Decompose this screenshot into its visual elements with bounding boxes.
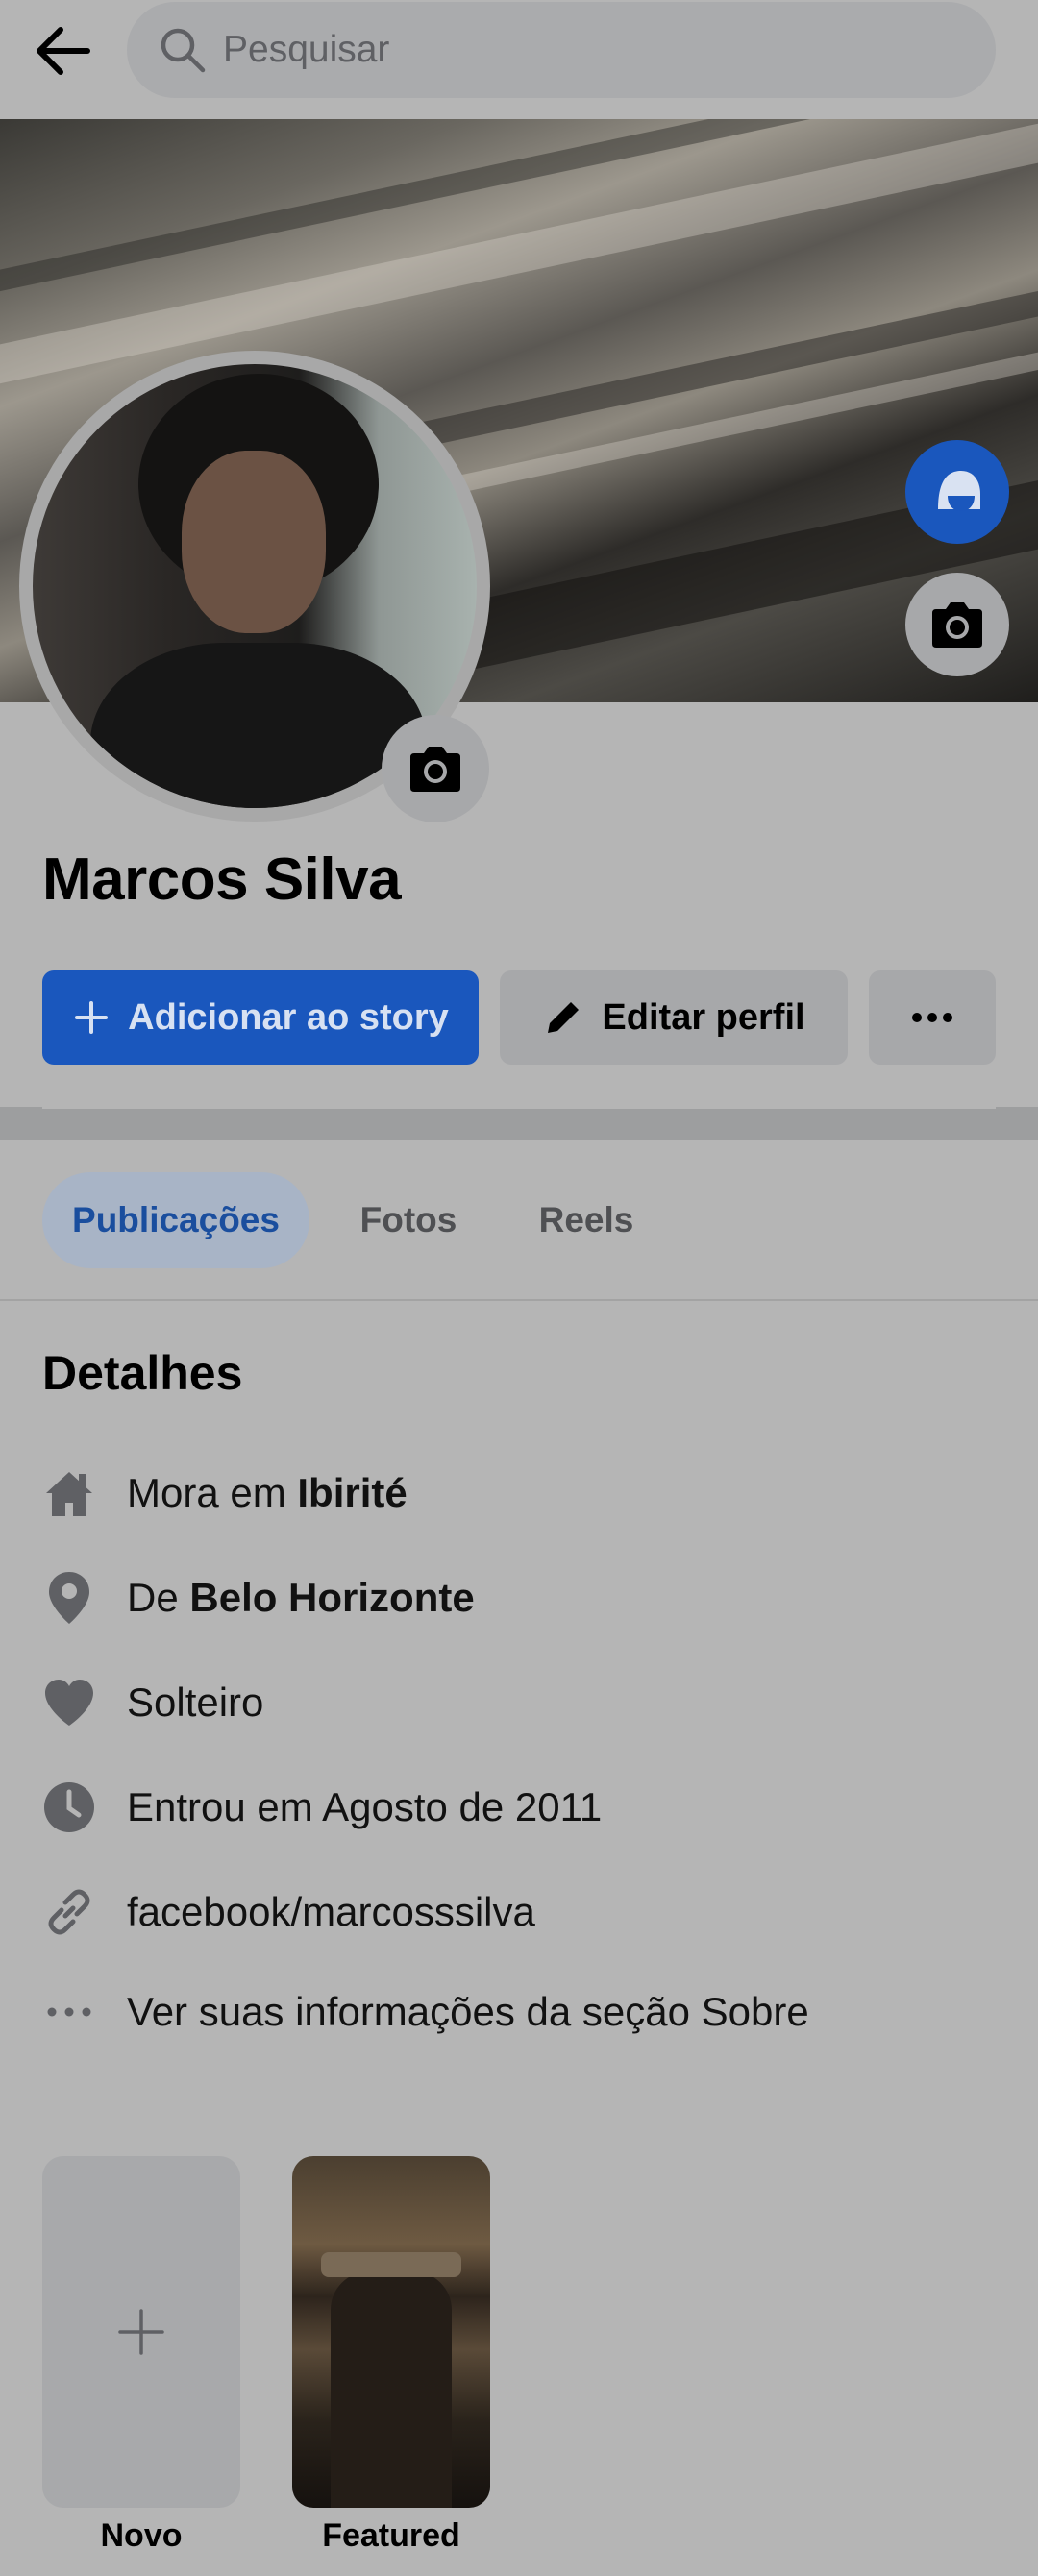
home-icon bbox=[42, 1462, 96, 1524]
heart-icon bbox=[42, 1672, 96, 1733]
lives-in-place: Ibirité bbox=[297, 1470, 408, 1515]
cover-camera-button[interactable] bbox=[905, 573, 1009, 676]
tab-posts[interactable]: Publicações bbox=[42, 1172, 309, 1268]
pencil-icon bbox=[542, 996, 584, 1039]
more-options-button[interactable] bbox=[869, 970, 996, 1065]
location-pin-icon bbox=[42, 1567, 96, 1629]
profile-name: Marcos Silva bbox=[42, 846, 402, 913]
detail-joined: Entrou em Agosto de 2011 bbox=[42, 1777, 602, 1838]
see-about-text: Ver suas informações da seção Sobre bbox=[127, 1989, 809, 2034]
arrow-left-icon bbox=[37, 27, 90, 75]
new-featured-label: Novo bbox=[100, 2517, 183, 2554]
more-horizontal-icon bbox=[912, 1013, 952, 1022]
edit-profile-label: Editar perfil bbox=[602, 996, 805, 1038]
detail-relationship: Solteiro bbox=[42, 1672, 263, 1733]
more-horizontal-icon bbox=[42, 1981, 96, 2043]
detail-link[interactable]: facebook/marcosssilva bbox=[42, 1881, 535, 1943]
back-button[interactable] bbox=[29, 19, 96, 83]
plus-icon bbox=[72, 998, 111, 1037]
lives-in-prefix: Mora em bbox=[127, 1470, 286, 1515]
from-place: Belo Horizonte bbox=[189, 1575, 475, 1620]
avatar-button[interactable] bbox=[905, 440, 1009, 544]
featured-collection-label: Featured bbox=[322, 2517, 460, 2554]
edit-profile-button[interactable]: Editar perfil bbox=[500, 970, 848, 1065]
new-featured-button[interactable] bbox=[42, 2156, 240, 2508]
profile-camera-button[interactable] bbox=[382, 715, 489, 822]
top-bar: Pesquisar bbox=[0, 0, 1038, 119]
add-to-story-label: Adicionar ao story bbox=[128, 996, 449, 1038]
tab-photos[interactable]: Fotos bbox=[336, 1172, 481, 1268]
search-placeholder: Pesquisar bbox=[223, 29, 390, 70]
relationship-text: Solteiro bbox=[127, 1680, 264, 1725]
section-separator bbox=[0, 1107, 1038, 1140]
plus-icon bbox=[118, 2309, 164, 2355]
from-prefix: De bbox=[127, 1575, 179, 1620]
tabs-divider bbox=[0, 1299, 1038, 1301]
detail-lives-in: Mora em Ibirité bbox=[42, 1462, 408, 1524]
detail-from: De Belo Horizonte bbox=[42, 1567, 475, 1629]
see-about-button[interactable]: Ver suas informações da seção Sobre bbox=[42, 1981, 809, 2043]
tab-reels[interactable]: Reels bbox=[519, 1172, 654, 1268]
link-icon bbox=[42, 1881, 96, 1943]
joined-text: Entrou em Agosto de 2011 bbox=[127, 1784, 603, 1829]
add-to-story-button[interactable]: Adicionar ao story bbox=[42, 970, 479, 1065]
camera-icon bbox=[932, 602, 982, 648]
search-input[interactable]: Pesquisar bbox=[127, 2, 996, 98]
featured-collection-thumbnail[interactable] bbox=[292, 2156, 490, 2508]
search-icon bbox=[161, 28, 206, 73]
camera-icon bbox=[410, 747, 460, 792]
avatar-icon bbox=[938, 471, 980, 511]
clock-icon bbox=[42, 1777, 96, 1838]
profile-link-text: facebook/marcosssilva bbox=[127, 1889, 535, 1934]
details-heading: Detalhes bbox=[42, 1346, 243, 1400]
